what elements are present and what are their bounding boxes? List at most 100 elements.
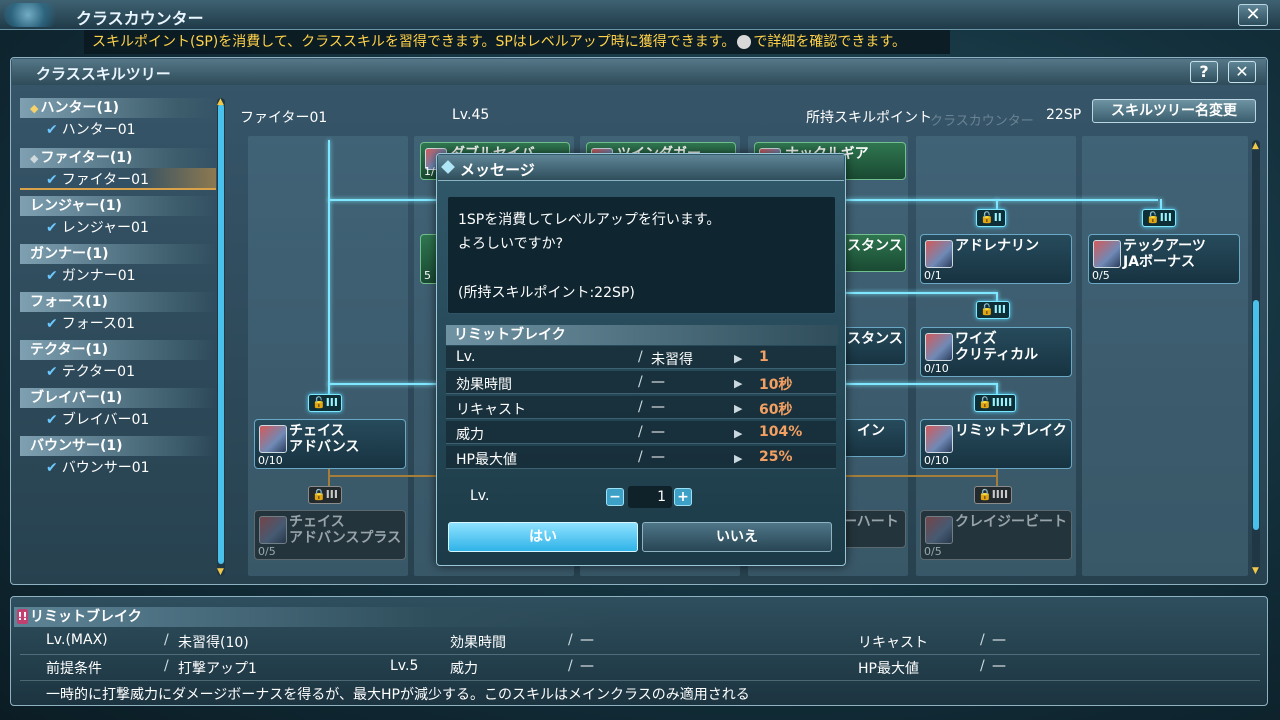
class-group-bouncer[interactable]: バウンサー(1) ✔ バウンサー01 — [20, 436, 216, 478]
help-button[interactable]: ? — [1190, 61, 1218, 83]
scroll-up-icon[interactable]: ▲ — [217, 97, 224, 107]
lock-icon: 🔓 — [980, 303, 994, 316]
level-stepper-value[interactable]: 1 — [628, 486, 672, 508]
class-list: ◆ ハンター(1) ✔ ハンター01 ◆ ファイター(1) ✔ ファイター01 レンジャ… — [20, 98, 216, 578]
class-name: テクター(1) — [30, 342, 108, 358]
tree-item[interactable]: ✔ ガンナー01 — [20, 264, 216, 286]
skill-node-chase-advance[interactable]: チェイス アドバンス 0/10 — [254, 419, 406, 469]
skill-name-line2: クリティカル — [955, 347, 1039, 363]
level-decrement-button[interactable]: − — [606, 488, 624, 506]
level-req-badge: 🔓III — [308, 394, 342, 412]
separator: / — [638, 449, 643, 465]
skill-node-adrenaline[interactable]: アドレナリン 0/1 — [920, 234, 1072, 284]
tree-connector — [996, 199, 998, 209]
info-text-end: で詳細を確認できます。 — [753, 34, 906, 50]
check-icon: ✔ — [46, 268, 58, 284]
tree-label: ガンナー01 — [61, 268, 136, 284]
skill-node-stance[interactable]: スタンス — [840, 234, 906, 272]
stat-label: HP最大値 — [456, 452, 517, 468]
skill-level: 0/5 — [924, 545, 942, 558]
detail-header: !! リミットブレイク — [14, 607, 614, 627]
wise-critical-icon — [925, 333, 953, 361]
power-value: — — [580, 658, 594, 674]
skill-node-tech-arts[interactable]: テックアーツ JAボーナス 0/5 — [1088, 234, 1240, 284]
detail-row-1: Lv.(MAX) / 未習得(10) 効果時間 / — リキャスト / — — [0, 630, 1280, 654]
skill-node-wise-stance[interactable]: スタンス — [840, 327, 906, 365]
no-button[interactable]: いいえ — [642, 522, 832, 552]
lock-icon: 🔓 — [980, 211, 994, 224]
skill-description: 一時的に打撃威力にダメージボーナスを得るが、最大HPが減少する。このスキルはメイ… — [46, 687, 750, 703]
class-group-fighter[interactable]: ◆ ファイター(1) ✔ ファイター01 — [20, 148, 216, 190]
separator: / — [568, 658, 573, 674]
skill-node-heart[interactable]: ーハート — [840, 510, 906, 548]
stat-row-level: Lv. / 未習得 ▶ 1 — [446, 346, 836, 369]
lock-icon: 🔒 — [978, 488, 992, 501]
skill-node-limit-break[interactable]: リミットブレイク 0/10 — [920, 419, 1072, 469]
scrollbar-thumb[interactable] — [218, 104, 224, 564]
lock-icon: 🔒 — [312, 488, 326, 501]
tree-label: ブレイバー01 — [61, 412, 150, 428]
skill-name: クレイジービート — [955, 514, 1067, 530]
arrow-right-icon: ▶ — [734, 377, 743, 390]
skill-level: 0/1 — [924, 269, 942, 282]
limit-break-icon — [925, 425, 953, 453]
tree-item[interactable]: ✔ フォース01 — [20, 312, 216, 334]
dialog-title: メッセージ — [460, 161, 535, 179]
class-name: バウンサー(1) — [30, 438, 123, 454]
class-group-techer[interactable]: テクター(1) ✔ テクター01 — [20, 340, 216, 382]
level-req-badge: 🔓III — [1142, 209, 1176, 227]
class-name: ガンナー(1) — [30, 246, 109, 262]
skill-level: 0/10 — [924, 454, 949, 467]
scrollbar-thumb[interactable] — [1253, 300, 1259, 530]
class-group-ranger[interactable]: レンジャー(1) ✔ レンジャー01 — [20, 196, 216, 238]
skill-level: 5 — [424, 269, 431, 282]
tree-item-active[interactable]: ✔ ファイター01 — [20, 168, 216, 190]
tree-label: レンジャー01 — [61, 220, 149, 236]
check-icon: ✔ — [46, 364, 58, 380]
skill-name-line2: アドバンス — [289, 439, 360, 455]
skill-node-line[interactable]: イン — [840, 419, 906, 457]
stat-row-power: 威力 / — ▶ 104% — [446, 421, 836, 444]
window-close-button[interactable]: ✕ — [1238, 4, 1268, 26]
badge-label: IIII — [991, 488, 1009, 501]
tree-connector-locked — [328, 466, 330, 486]
scroll-down-icon[interactable]: ▼ — [217, 567, 224, 577]
class-level: Lv.45 — [452, 107, 490, 123]
skill-node-crazy-beat[interactable]: クレイジービート 0/5 — [920, 510, 1072, 560]
class-group-hunter[interactable]: ◆ ハンター(1) ✔ ハンター01 — [20, 98, 216, 140]
stat-row-recast: リキャスト / — ▶ 60秒 — [446, 396, 836, 419]
tree-name: ファイター01 — [240, 110, 328, 126]
panel-close-button[interactable]: ✕ — [1228, 61, 1256, 83]
check-icon: ✔ — [46, 122, 58, 138]
level-stepper-label: Lv. — [470, 488, 490, 504]
arrow-right-icon: ▶ — [734, 452, 743, 465]
stat-current: — — [651, 374, 665, 390]
tree-item[interactable]: ✔ バウンサー01 — [20, 456, 216, 478]
class-group-braver[interactable]: ブレイバー(1) ✔ ブレイバー01 — [20, 388, 216, 430]
tree-label: ハンター01 — [61, 122, 136, 138]
check-icon: ✔ — [46, 172, 58, 188]
class-list-scrollbar[interactable] — [217, 98, 225, 576]
tree-item[interactable]: ✔ レンジャー01 — [20, 216, 216, 238]
key-icon — [737, 35, 752, 49]
skill-node-wise-critical[interactable]: ワイズ クリティカル 0/10 — [920, 327, 1072, 377]
class-group-force[interactable]: フォース(1) ✔ フォース01 — [20, 292, 216, 334]
tree-scrollbar[interactable] — [1252, 140, 1260, 572]
level-increment-button[interactable]: + — [674, 488, 692, 506]
crazy-beat-icon — [925, 516, 953, 544]
tree-item[interactable]: ✔ ブレイバー01 — [20, 408, 216, 430]
rename-tree-button[interactable]: スキルツリー名変更 — [1092, 99, 1256, 123]
skill-node-chase-advance-plus[interactable]: チェイス アドバンスプラス 0/5 — [254, 510, 406, 560]
yes-button[interactable]: はい — [448, 522, 638, 552]
stat-next: 1 — [759, 349, 769, 365]
scroll-down-icon[interactable]: ▼ — [1252, 566, 1259, 576]
separator: / — [638, 374, 643, 390]
tree-item[interactable]: ✔ ハンター01 — [20, 118, 216, 140]
locked-req-badge: 🔒IIII — [974, 486, 1013, 504]
scroll-up-icon[interactable]: ▲ — [1252, 141, 1259, 151]
arrow-right-icon: ▶ — [734, 352, 743, 365]
tree-column — [1082, 136, 1248, 576]
divider — [20, 654, 1260, 655]
tree-item[interactable]: ✔ テクター01 — [20, 360, 216, 382]
class-group-gunner[interactable]: ガンナー(1) ✔ ガンナー01 — [20, 244, 216, 286]
